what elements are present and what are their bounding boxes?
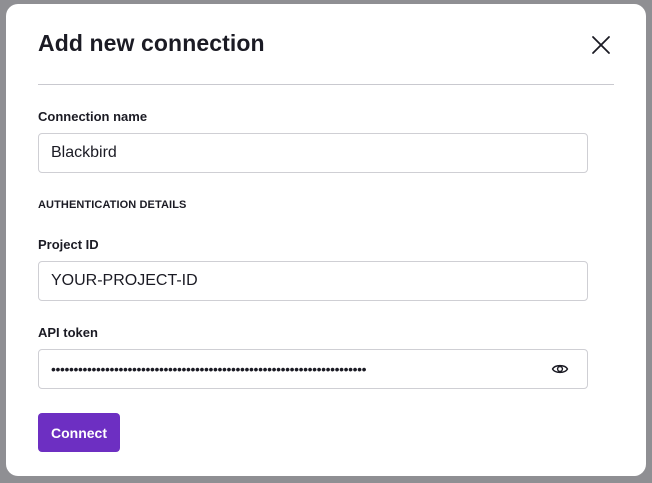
api-token-field[interactable]: ••••••••••••••••••••••••••••••••••••••••… <box>38 349 588 389</box>
header-divider <box>38 84 614 85</box>
project-id-field[interactable] <box>38 261 588 301</box>
dialog-title: Add new connection <box>38 30 265 56</box>
add-connection-dialog: Add new connection Connection name AUTHE… <box>6 4 646 476</box>
close-icon[interactable] <box>588 32 614 58</box>
connect-button[interactable]: Connect <box>38 413 120 452</box>
connection-name-input[interactable] <box>51 134 551 172</box>
api-token-masked-value[interactable]: ••••••••••••••••••••••••••••••••••••••••… <box>51 350 547 388</box>
connection-name-field[interactable] <box>38 133 588 173</box>
eye-icon[interactable] <box>551 360 569 378</box>
project-id-input[interactable] <box>51 262 551 300</box>
api-token-label: API token <box>38 325 98 340</box>
authentication-section-heading: AUTHENTICATION DETAILS <box>38 199 187 211</box>
project-id-label: Project ID <box>38 237 99 252</box>
connection-name-label: Connection name <box>38 109 148 124</box>
